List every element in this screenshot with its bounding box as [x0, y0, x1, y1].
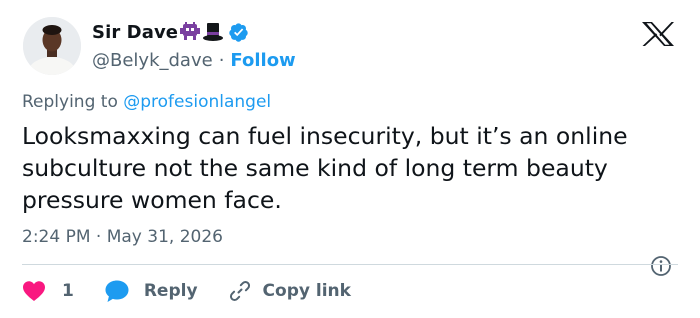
reply-bubble-icon	[104, 279, 130, 303]
reply-context: Replying to @profesionlangel	[22, 92, 271, 112]
like-count: 1	[62, 281, 74, 301]
link-icon	[228, 279, 252, 303]
follow-button[interactable]: Follow	[230, 50, 295, 71]
author-handle-row: @Belyk_dave · Follow	[92, 47, 296, 73]
reply-context-prefix: Replying to	[22, 92, 118, 112]
tweet-timestamp[interactable]: 2:24 PM · May 31, 2026	[22, 227, 223, 247]
reply-label: Reply	[143, 281, 198, 301]
alien-monster-icon	[179, 22, 201, 42]
author-display-name[interactable]: Sir Dave	[92, 22, 178, 43]
heart-icon	[22, 280, 46, 302]
like-button[interactable]: 1	[22, 280, 74, 302]
avatar[interactable]	[23, 17, 81, 75]
x-logo-icon[interactable]	[638, 20, 678, 48]
verified-badge-icon[interactable]	[228, 22, 249, 43]
info-icon[interactable]	[650, 255, 672, 277]
copy-link-button[interactable]: Copy link	[228, 279, 351, 303]
tweet-text: Looksmaxxing can fuel insecurity, but it…	[22, 122, 628, 214]
author-name-row: Sir Dave	[92, 18, 249, 46]
reply-context-mention[interactable]: @profesionlangel	[123, 92, 271, 112]
reply-button[interactable]: Reply	[104, 279, 198, 303]
divider	[22, 264, 678, 265]
tweet-actions: 1 Reply Copy link	[22, 276, 351, 306]
handle-separator: ·	[218, 49, 225, 71]
copy-link-label: Copy link	[262, 281, 351, 301]
author-handle[interactable]: @Belyk_dave	[92, 50, 213, 71]
top-hat-icon	[202, 22, 224, 42]
